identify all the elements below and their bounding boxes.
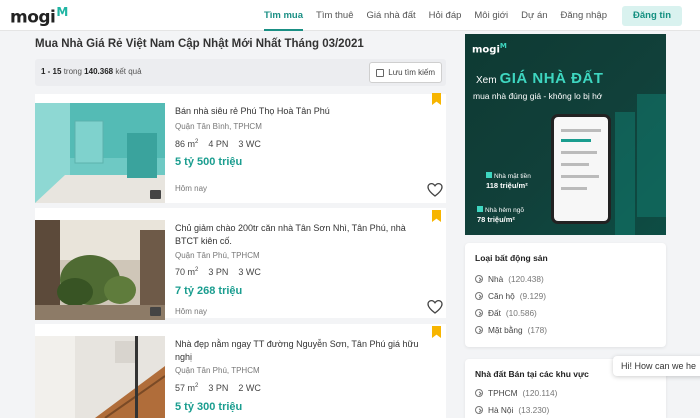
chevron-right-icon <box>475 292 483 300</box>
login-link[interactable]: Đăng nhập <box>561 0 607 31</box>
property-type-dat[interactable]: Đất (10.586) <box>475 308 537 318</box>
chat-widget[interactable]: Hi! How can we he <box>613 356 700 376</box>
banner-subheadline: mua nhà đúng giá - không lo bị hớ <box>473 91 603 101</box>
listing-location: Quận Tân Phú, TPHCM <box>175 251 260 260</box>
property-type-nha[interactable]: Nhà (120.438) <box>475 274 544 284</box>
save-search-button[interactable]: Lưu tìm kiếm <box>369 62 442 83</box>
nav-moi-gioi[interactable]: Môi giới <box>474 0 508 31</box>
listing-title[interactable]: Bán nhà siêu rẻ Phú Thọ Hoà Tân Phú <box>175 105 430 118</box>
banner-tag-alley-house: Nhà hẻm ngõ 78 triệu/m² <box>477 206 525 224</box>
vip-bookmark-icon <box>432 210 441 222</box>
vip-bookmark-icon <box>432 326 441 338</box>
listing-card[interactable]: Bán nhà siêu rẻ Phú Thọ Hoà Tân Phú Quận… <box>35 93 446 203</box>
mogi-logo[interactable]: mogiM <box>10 5 68 28</box>
listing-date: Hôm nay <box>175 307 208 316</box>
building-graphic <box>615 112 635 235</box>
chevron-right-icon <box>475 309 483 317</box>
result-count: 1 - 15 trong 140.368 kết quả <box>41 67 142 76</box>
property-type-panel: Loại bất động sản Nhà (120.438) Căn hộ (9.… <box>465 243 666 347</box>
nav-du-an[interactable]: Dự án <box>521 0 547 31</box>
nav-hoi-dap[interactable]: Hỏi đáp <box>429 0 462 31</box>
nav-tim-mua[interactable]: Tìm mua <box>263 0 304 31</box>
listing-specs: 86 m2 4 PN 3 WC <box>175 139 261 149</box>
listing-area: 86 m2 <box>175 139 199 149</box>
listing-specs: 70 m2 3 PN 3 WC <box>175 267 261 277</box>
building-graphic <box>637 94 666 217</box>
banner-tag-street-house: Nhà mặt tiền 118 triệu/m² <box>486 172 531 190</box>
house-icon <box>486 172 492 178</box>
listing-area: 57 m2 <box>175 383 199 393</box>
listing-title[interactable]: Chủ giảm chào 200tr căn nhà Tân Sơn Nhì,… <box>175 222 430 248</box>
listing-location: Quận Tân Bình, TPHCM <box>175 122 262 131</box>
panel-title: Loại bất động sản <box>475 253 548 263</box>
property-type-can-ho[interactable]: Căn hộ (9.129) <box>475 291 546 301</box>
listing-price: 7 tỷ 268 triệu <box>175 285 243 297</box>
listing-location: Quận Tân Phú, TPHCM <box>175 366 260 375</box>
listing-area: 70 m2 <box>175 267 199 277</box>
page-title: Mua Nhà Giá Rẻ Việt Nam Cập Nhật Mới Nhấ… <box>35 38 364 50</box>
listing-baths: 2 WC <box>238 383 261 393</box>
listing-card[interactable]: Nhà đẹp nằm ngay TT đường Nguyễn Sơn, Tâ… <box>35 324 446 418</box>
listing-date: Hôm nay <box>175 184 208 193</box>
bookmark-outline-icon <box>376 68 385 77</box>
heart-icon[interactable] <box>427 182 443 198</box>
listing-baths: 3 WC <box>238 139 261 149</box>
listing-card[interactable]: Chủ giảm chào 200tr căn nhà Tân Sơn Nhì,… <box>35 208 446 320</box>
photo-count-icon <box>150 307 161 316</box>
price-ad-banner[interactable]: mogiM Xem GIÁ NHÀ ĐẤT mua nhà đúng giá - … <box>465 34 666 235</box>
result-bar: 1 - 15 trong 140.368 kết quả Lưu tìm kiế… <box>35 59 446 86</box>
phone-graphic <box>551 114 611 224</box>
region-tphcm[interactable]: TPHCM (120.114) <box>475 388 557 398</box>
region-ha-noi[interactable]: Hà Nội (13.230) <box>475 405 549 415</box>
main-nav: Tìm mua Tìm thuê Giá nhà đất Hỏi đáp Môi… <box>263 0 700 31</box>
listing-photo[interactable] <box>35 220 165 320</box>
listing-bedrooms: 3 PN <box>208 267 229 277</box>
photo-count-icon <box>150 190 161 199</box>
chevron-right-icon <box>475 275 483 283</box>
listing-price: 5 tỷ 500 triệu <box>175 156 243 168</box>
property-type-mat-bang[interactable]: Mặt bằng (178) <box>475 325 547 335</box>
listing-photo[interactable] <box>35 103 165 203</box>
chevron-right-icon <box>475 389 483 397</box>
chevron-right-icon <box>475 326 483 334</box>
listing-photo[interactable] <box>35 336 165 418</box>
panel-title: Nhà đất Bán tại các khu vực <box>475 369 589 379</box>
post-listing-button[interactable]: Đăng tin <box>622 5 682 26</box>
vip-bookmark-icon <box>432 93 441 105</box>
banner-headline: Xem GIÁ NHÀ ĐẤT <box>476 70 604 87</box>
heart-icon[interactable] <box>427 299 443 315</box>
nav-gia-nha-dat[interactable]: Giá nhà đất <box>367 0 416 31</box>
listing-specs: 57 m2 3 PN 2 WC <box>175 383 261 393</box>
nav-tim-thue[interactable]: Tìm thuê <box>316 0 354 31</box>
top-header: mogiM Tìm mua Tìm thuê Giá nhà đất Hỏi đ… <box>0 0 700 31</box>
house-icon <box>477 206 483 212</box>
chevron-right-icon <box>475 406 483 414</box>
listing-title[interactable]: Nhà đẹp nằm ngay TT đường Nguyễn Sơn, Tâ… <box>175 338 430 364</box>
listing-price: 5 tỷ 300 triệu <box>175 401 243 413</box>
listing-bedrooms: 3 PN <box>208 383 229 393</box>
listing-baths: 3 WC <box>238 267 261 277</box>
listing-bedrooms: 4 PN <box>208 139 229 149</box>
banner-logo: mogiM <box>472 42 507 56</box>
